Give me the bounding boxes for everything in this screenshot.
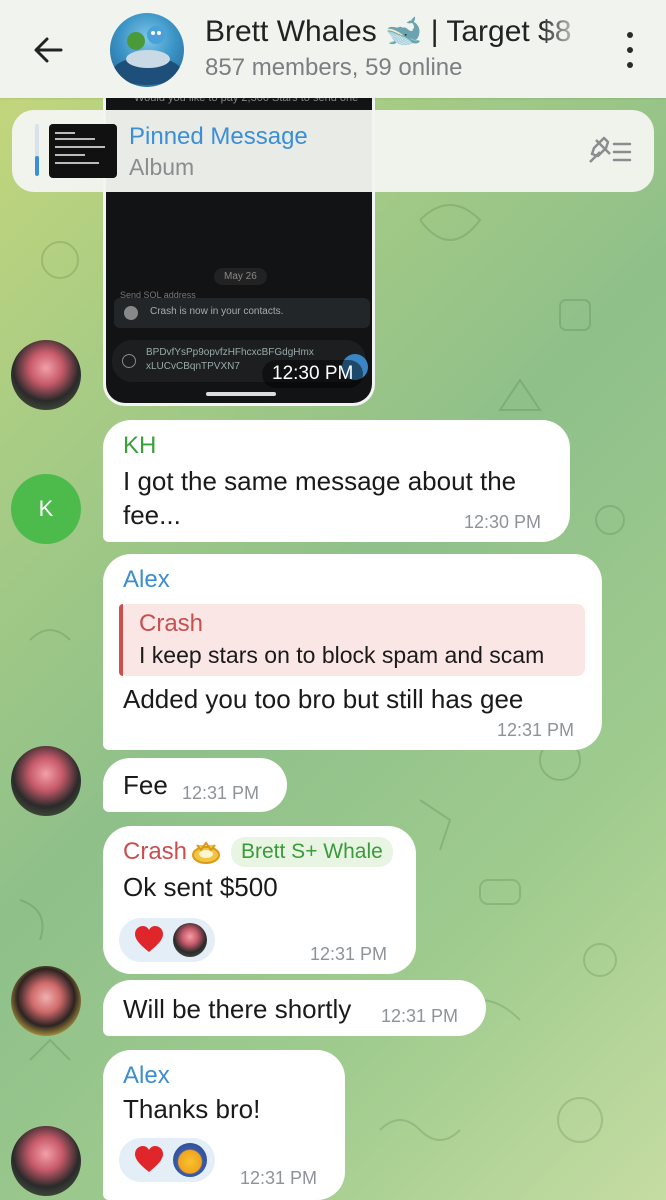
screenshot-date: May 26 bbox=[214, 268, 267, 285]
check-icon bbox=[124, 306, 138, 320]
reaction-chip[interactable] bbox=[119, 918, 215, 962]
message-text: Added you too bro but still has gee bbox=[123, 684, 524, 714]
message-bubble[interactable]: Will be there shortly 12:31 PM bbox=[103, 980, 486, 1036]
emoji-icon bbox=[122, 354, 136, 368]
message-text: Fee bbox=[123, 770, 168, 800]
pinned-title: Pinned Message bbox=[129, 123, 308, 150]
avatar[interactable]: K bbox=[11, 474, 81, 544]
message-text: Thanks bro! bbox=[123, 1094, 261, 1124]
more-vertical-icon[interactable] bbox=[620, 32, 640, 68]
message-bubble[interactable]: Alex Crash I keep stars on to block spam… bbox=[103, 554, 602, 750]
message-bubble[interactable]: Fee 12:31 PM bbox=[103, 758, 287, 812]
reaction-avatar bbox=[173, 923, 207, 957]
avatar-letter: K bbox=[38, 496, 54, 521]
message-text: Ok sent $500 bbox=[123, 872, 278, 902]
chat-member-count: 857 members, 59 online bbox=[205, 54, 463, 81]
message-time: 12:31 PM bbox=[182, 783, 260, 803]
message-bubble[interactable]: KH I got the same message about the fee.… bbox=[103, 420, 570, 542]
pinned-thumbnail bbox=[49, 124, 117, 178]
chat-header: Brett Whales 🐋 | Target $8 857 members, … bbox=[0, 0, 666, 98]
message-time: 12:31 PM bbox=[310, 944, 388, 964]
sender-name[interactable]: Crash bbox=[123, 838, 187, 866]
reply-quote[interactable]: Crash I keep stars on to block spam and … bbox=[119, 604, 585, 676]
pinned-message-bar[interactable]: Pinned Message Album bbox=[12, 110, 654, 192]
screenshot-contact-notice: Crash is now in your contacts. bbox=[114, 298, 370, 328]
photo-time: 12:30 PM bbox=[262, 360, 364, 388]
message-bubble[interactable]: Alex Thanks bro! 12:31 PM bbox=[103, 1050, 345, 1200]
message-time: 12:30 PM bbox=[464, 512, 542, 532]
sender-name[interactable]: Alex bbox=[123, 566, 170, 594]
quote-text: I keep stars on to block spam and scam bbox=[139, 642, 545, 668]
reaction-avatar bbox=[173, 1143, 207, 1177]
message-time: 12:31 PM bbox=[240, 1168, 318, 1188]
avatar[interactable] bbox=[11, 746, 81, 816]
heart-icon bbox=[135, 1146, 163, 1172]
back-button[interactable] bbox=[28, 30, 68, 70]
crown-icon bbox=[192, 841, 220, 864]
group-avatar[interactable] bbox=[110, 13, 184, 87]
message-time: 12:31 PM bbox=[497, 720, 575, 740]
message-time: 12:31 PM bbox=[381, 1006, 459, 1026]
avatar[interactable] bbox=[11, 966, 81, 1036]
message-text: Will be there shortly bbox=[123, 994, 352, 1024]
pinned-list-icon[interactable] bbox=[586, 134, 632, 168]
avatar[interactable] bbox=[11, 340, 81, 410]
sender-name[interactable]: KH bbox=[123, 432, 156, 460]
sender-name[interactable]: Alex bbox=[123, 1062, 170, 1090]
avatar[interactable] bbox=[11, 1126, 81, 1196]
pinned-subtitle: Album bbox=[129, 154, 195, 180]
heart-icon bbox=[135, 926, 163, 952]
message-bubble[interactable]: Crash Brett S+ Whale Ok sent $500 12:31 … bbox=[103, 826, 416, 974]
chat-title[interactable]: Brett Whales 🐋 | Target $8 bbox=[205, 14, 585, 49]
arrow-left-icon bbox=[34, 37, 63, 63]
quote-sender: Crash bbox=[139, 610, 204, 637]
reaction-chip[interactable] bbox=[119, 1138, 215, 1182]
pinned-indicator bbox=[35, 124, 39, 176]
home-indicator bbox=[206, 392, 276, 396]
member-tag: Brett S+ Whale bbox=[231, 837, 393, 867]
